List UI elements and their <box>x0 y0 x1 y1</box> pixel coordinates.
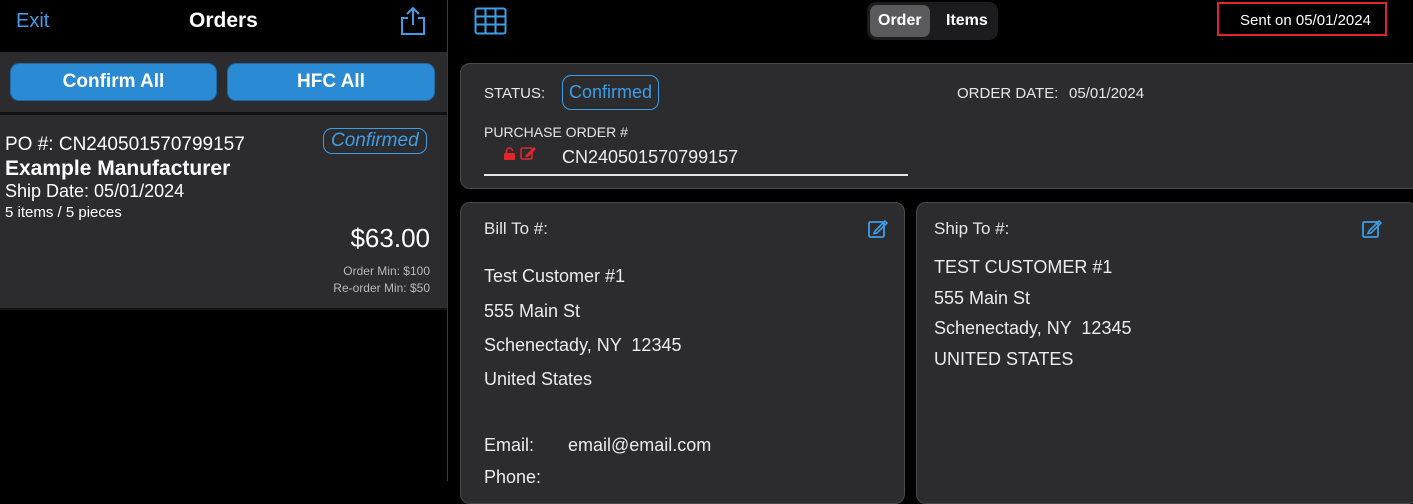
ship-to-street: 555 Main St <box>934 288 1031 308</box>
bill-to-city: Schenectady, NY 12345 <box>484 335 682 355</box>
email-label: Email: <box>484 435 535 455</box>
phone-label: Phone: <box>484 467 542 487</box>
ship-to-name: TEST CUSTOMER #1 <box>934 257 1113 277</box>
bill-to-street: 555 Main St <box>484 301 581 321</box>
bill-to-heading: Bill To #: <box>484 219 548 238</box>
lock-icon[interactable] <box>503 147 516 166</box>
edit-bill-to-icon[interactable] <box>867 218 889 245</box>
grid-icon[interactable] <box>474 7 507 40</box>
bill-to-country: United States <box>484 369 593 389</box>
order-total: $63.00 <box>350 223 430 253</box>
orders-title: Orders <box>189 9 258 32</box>
confirm-all-button[interactable]: Confirm All <box>10 63 217 101</box>
email-value[interactable]: email@email.com <box>568 435 711 456</box>
po-value: CN240501570799157 <box>562 147 739 167</box>
edit-ship-to-icon[interactable] <box>1361 218 1383 245</box>
status-value-badge: Confirmed <box>562 75 660 110</box>
po-label: PURCHASE ORDER # <box>484 124 628 140</box>
exit-button[interactable]: Exit <box>16 10 49 33</box>
orders-header: Exit Orders <box>0 0 447 52</box>
reorder-min: Re-order Min: $50 <box>333 281 430 295</box>
tab-items[interactable]: Items <box>946 12 988 30</box>
item-count: 5 items / 5 pieces <box>5 204 122 221</box>
order-min: Order Min: $100 <box>343 264 430 278</box>
bill-to-name: Test Customer #1 <box>484 266 626 286</box>
sent-date-label: Sent on 05/01/2024 <box>1240 12 1371 29</box>
sent-date-box: Sent on 05/01/2024 <box>1217 2 1387 36</box>
ship-to-heading: Ship To #: <box>934 219 1010 238</box>
ship-date: Ship Date: 05/01/2024 <box>5 181 185 201</box>
share-icon[interactable] <box>399 6 427 41</box>
status-badge: Confirmed <box>323 128 427 154</box>
po-underline <box>484 174 908 176</box>
split-divider <box>447 0 448 481</box>
tab-order[interactable]: Order <box>878 12 922 30</box>
ship-to-city: Schenectady, NY 12345 <box>934 318 1132 338</box>
hfc-all-button[interactable]: HFC All <box>227 63 435 101</box>
order-date-label: ORDER DATE: <box>957 85 1059 102</box>
manufacturer-name: Example Manufacturer <box>5 157 231 180</box>
bulk-actions-bar: Confirm All HFC All <box>0 52 447 115</box>
po-number: PO #: CN240501570799157 <box>5 134 245 155</box>
order-date-value: 05/01/2024 <box>1069 85 1145 102</box>
status-label: STATUS: <box>484 85 546 102</box>
order-list-item[interactable]: PO #: CN240501570799157 Confirmed Exampl… <box>0 115 447 310</box>
ship-to-country: UNITED STATES <box>934 349 1074 369</box>
edit-po-icon[interactable] <box>520 146 537 166</box>
